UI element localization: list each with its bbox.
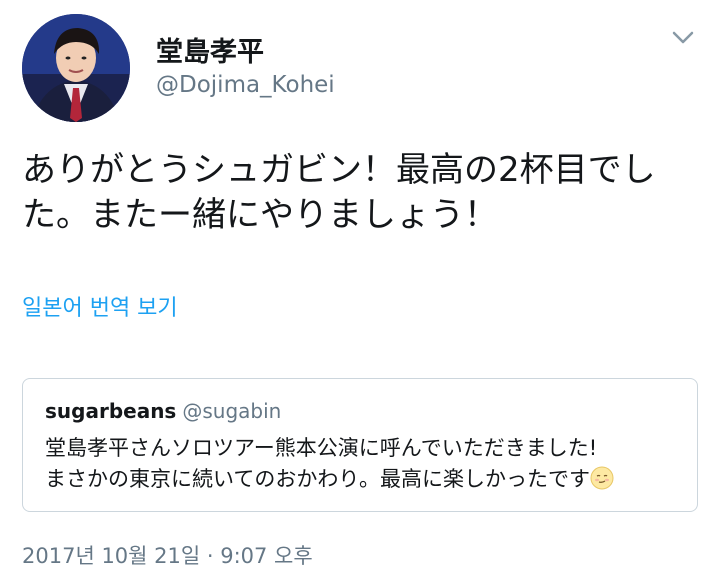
avatar-image — [22, 14, 130, 122]
translate-link[interactable]: 일본어 번역 보기 — [22, 290, 178, 322]
tweet-text: ありがとうシュガビン！最高の2杯目でし た。またー緒にやりましょう！ — [22, 148, 702, 238]
smiling-face-emoji-icon — [590, 466, 614, 490]
quoted-author-handle: @sugabin — [182, 399, 282, 423]
quoted-tweet-text: 堂島孝平さんソロツアー熊本公演に呼んでいただきました! まさかの東京に続いてのお… — [45, 433, 685, 495]
quoted-text-line: まさかの東京に続いてのおかわり。最高に楽しかったです — [45, 467, 590, 491]
chevron-down-icon[interactable] — [672, 30, 694, 46]
tweet-text-line: ありがとうシュガビン！最高の2杯目でし — [22, 150, 656, 190]
display-name[interactable]: 堂島孝平 — [156, 30, 264, 69]
tweet-timestamp[interactable]: 2017년 10월 21일 · 9:07 오후 — [22, 540, 313, 570]
tweet-text-line: た。またー緒にやりましょう！ — [22, 195, 498, 235]
quoted-tweet-header: sugarbeans @sugabin — [45, 399, 281, 423]
quoted-text-line-wrap: まさかの東京に続いてのおかわり。最高に楽しかったです — [45, 464, 685, 495]
quoted-text-line: 堂島孝平さんソロツアー熊本公演に呼んでいただきました! — [45, 436, 598, 460]
quoted-tweet[interactable]: sugarbeans @sugabin 堂島孝平さんソロツアー熊本公演に呼んでいた… — [22, 378, 698, 512]
quoted-author-name: sugarbeans — [45, 399, 177, 423]
avatar[interactable] — [22, 14, 130, 122]
user-handle[interactable]: @Dojima_Kohei — [156, 72, 335, 98]
